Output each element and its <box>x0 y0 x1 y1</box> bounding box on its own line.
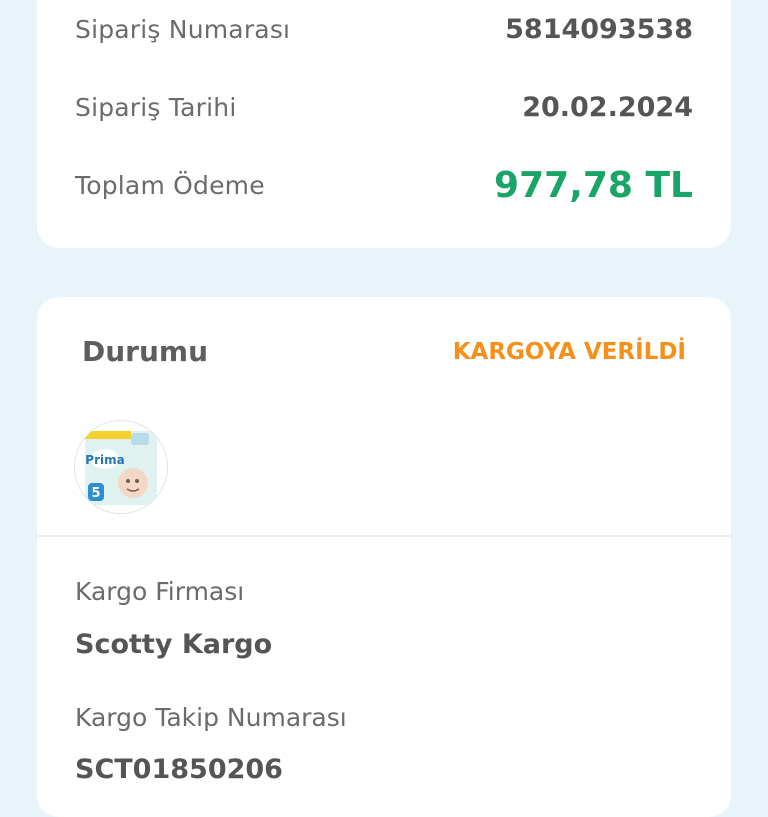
order-summary-card: Sipariş Numarası 5814093538 Sipariş Tari… <box>37 0 731 248</box>
order-total-value: 977,78 TL <box>494 164 693 206</box>
order-date-row: Sipariş Tarihi 20.02.2024 <box>75 87 693 127</box>
product-thumbnail: Prima 5 <box>75 421 167 513</box>
order-total-row: Toplam Ödeme 977,78 TL <box>75 164 693 206</box>
order-number-label: Sipariş Numarası <box>75 14 291 44</box>
diaper-package-icon[interactable]: Prima 5 <box>74 420 168 514</box>
cargo-company-label: Kargo Firması <box>75 577 245 606</box>
divider <box>37 535 731 537</box>
order-number-value: 5814093538 <box>505 13 693 45</box>
order-date-label: Sipariş Tarihi <box>75 92 237 122</box>
order-date-value: 20.02.2024 <box>522 91 693 123</box>
order-status-card: Durumu KARGOYA VERİLDİ Prima 5 Kargo Fir… <box>37 297 731 817</box>
status-badge: KARGOYA VERİLDİ <box>452 339 686 365</box>
status-title: Durumu <box>82 335 209 368</box>
order-number-row: Sipariş Numarası 5814093538 <box>75 9 693 49</box>
product-brand-text: Prima <box>85 453 124 467</box>
tracking-number-label: Kargo Takip Numarası <box>75 703 347 732</box>
order-total-label: Toplam Ödeme <box>75 170 265 200</box>
cargo-company-value: Scotty Kargo <box>75 629 273 660</box>
tracking-number-value[interactable]: SCT01850206 <box>75 754 283 785</box>
product-size-text: 5 <box>91 486 100 501</box>
